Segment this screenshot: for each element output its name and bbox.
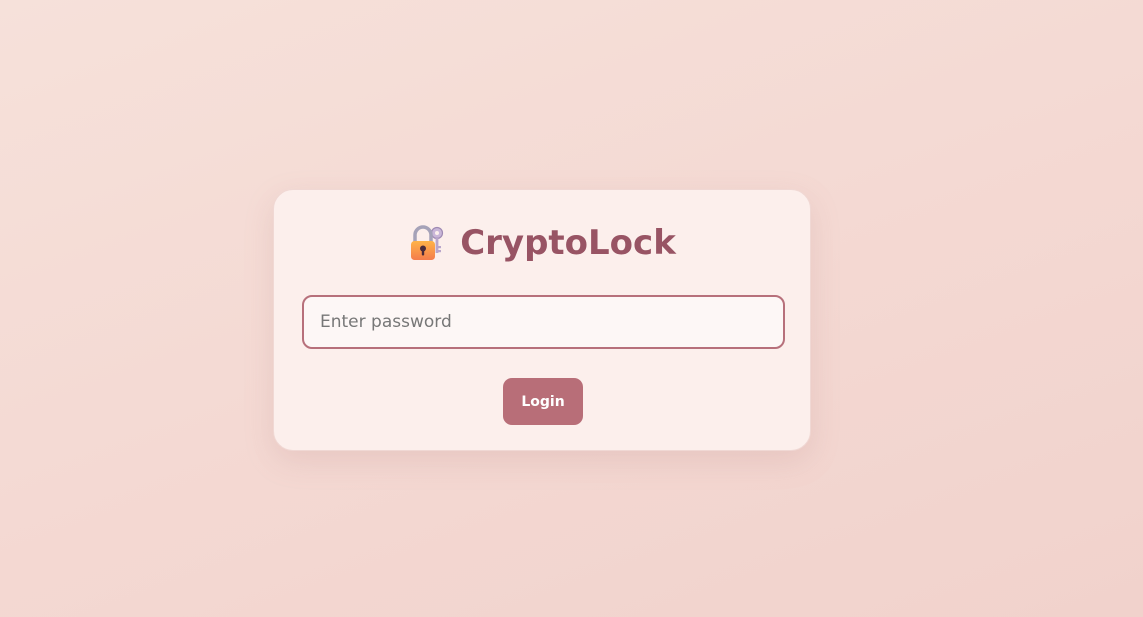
lock-with-key-icon [408,224,446,262]
header: CryptoLock [274,223,810,263]
password-input[interactable] [302,295,785,349]
app-title: CryptoLock [460,223,676,263]
login-button[interactable]: Login [503,378,583,425]
login-card: CryptoLock Login [273,189,811,451]
